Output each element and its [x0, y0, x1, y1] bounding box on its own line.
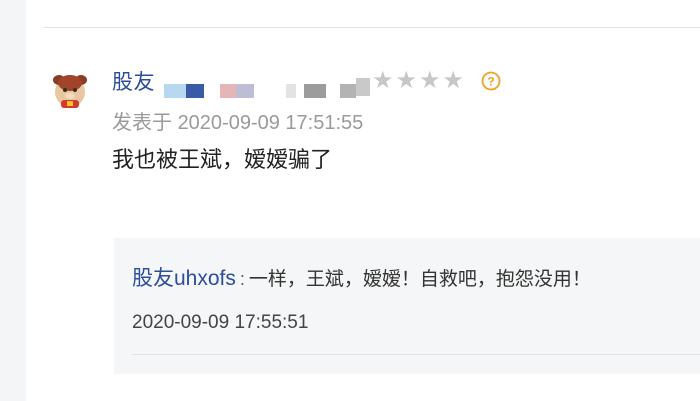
star-icon: ★ — [419, 67, 443, 94]
redacted-username-block — [236, 84, 254, 98]
reply-text: 一样，王斌，嫒嫒！自救吧，抱怨没用！ — [248, 269, 591, 290]
comment-username[interactable]: 股友 — [112, 66, 155, 96]
reply-divider — [132, 354, 700, 355]
star-icon: ★ — [372, 67, 396, 94]
post-meta: 发表于 2020-09-09 17:51:55 — [112, 106, 363, 135]
reply-box: 股友uhxofs: 一样，王斌，嫒嫒！自救吧，抱怨没用！ 2020-09-09 1… — [114, 238, 700, 374]
reply-line: 股友uhxofs: 一样，王斌，嫒嫒！自救吧，抱怨没用！ — [132, 262, 591, 292]
post-timestamp: 2020-09-09 17:51:55 — [177, 112, 364, 134]
left-gutter — [0, 0, 26, 401]
rating-stars: ★★★★ — [372, 66, 466, 96]
star-icon: ★ — [395, 67, 420, 94]
redacted-username-block — [186, 84, 204, 98]
redacted-username-block — [340, 84, 356, 98]
post-meta-prefix: 发表于 — [112, 112, 172, 134]
redacted-username-block — [356, 78, 370, 96]
svg-text:?: ? — [487, 75, 494, 89]
comment-content: 我也被王斌，嫒嫒骗了 — [112, 147, 333, 172]
reply-timestamp: 2020-09-09 17:55:51 — [132, 312, 309, 333]
redacted-username-block — [304, 84, 326, 98]
star-icon: ★ — [442, 67, 467, 94]
reply-separator: : — [239, 269, 245, 289]
reply-username[interactable]: 股友uhxofs — [132, 267, 236, 290]
redacted-username-block — [164, 84, 186, 98]
redacted-username-block — [286, 84, 296, 98]
question-help-icon[interactable]: ? — [481, 71, 501, 91]
avatar-icon[interactable] — [50, 70, 90, 110]
redacted-username-block — [220, 84, 236, 98]
top-divider — [44, 27, 700, 28]
